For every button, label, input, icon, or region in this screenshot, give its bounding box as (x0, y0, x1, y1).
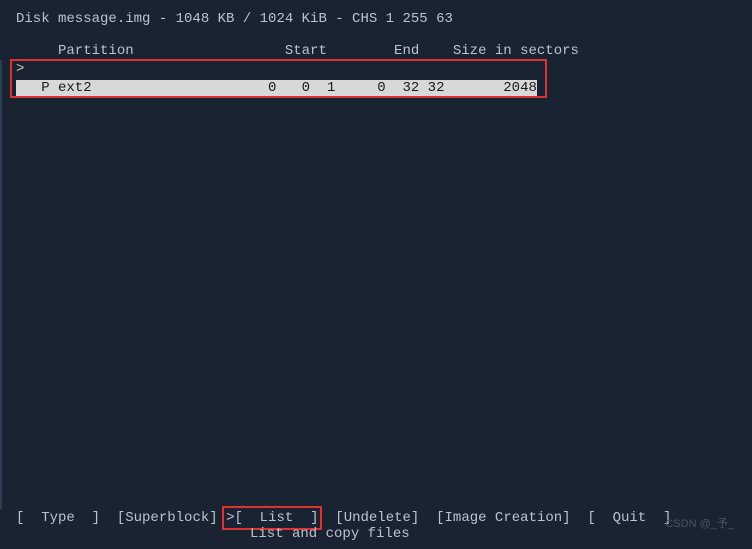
menu-type[interactable]: [ Type ] (16, 510, 100, 526)
disk-info-line: Disk message.img - 1048 KB / 1024 KiB - … (16, 10, 736, 28)
partition-row-selected[interactable]: P ext2 0 0 1 0 32 32 2048 (16, 80, 537, 96)
partition-headers: Partition Start End Size in sectors (16, 42, 736, 60)
menu-description: List and copy files (250, 525, 410, 543)
menu-image-creation[interactable]: [Image Creation] (436, 510, 570, 526)
partition-row-container: > P ext2 0 0 1 0 32 32 2048 (16, 60, 541, 96)
watermark: CSDN @_予_ (665, 517, 734, 531)
left-border (0, 60, 2, 509)
menu-list[interactable]: [ List ] (234, 510, 318, 526)
selection-pointer: > (16, 61, 24, 77)
menu-quit[interactable]: [ Quit ] (587, 510, 671, 526)
menu-superblock[interactable]: [Superblock] (117, 510, 218, 526)
menu-undelete[interactable]: [Undelete] (335, 510, 419, 526)
